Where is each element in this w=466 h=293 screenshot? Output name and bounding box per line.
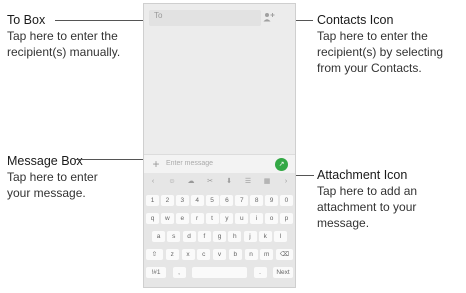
key-row1-2[interactable]: 3 xyxy=(175,195,189,206)
key-row4-8[interactable]: ⌫ xyxy=(276,249,293,260)
message-box-callout-desc-1: Tap here to enter xyxy=(7,170,98,184)
key-row1-3[interactable]: 4 xyxy=(190,195,204,206)
keyboard: ‹ ☺ ☁ ✂ ⬇ ☰ ▦ › 1234567890 qwertyuiop asdfghjkl… xyxy=(144,173,295,287)
key-row1-4[interactable]: 5 xyxy=(205,195,219,206)
key-row2-2[interactable]: e xyxy=(175,213,189,224)
key-row5-4[interactable]: Next xyxy=(273,267,293,278)
keyboard-row-asdf: asdfghjkl xyxy=(152,231,287,242)
to-box-label: To xyxy=(154,11,163,20)
key-row4-6[interactable]: n xyxy=(244,249,258,260)
contacts-icon-callout-desc-1: Tap here to enter the xyxy=(317,29,428,43)
to-box[interactable]: To xyxy=(149,10,261,26)
key-toolbar-2[interactable]: ☁ xyxy=(184,176,198,187)
key-row1-8[interactable]: 9 xyxy=(265,195,278,206)
key-row4-0[interactable]: ⇧ xyxy=(146,249,163,260)
keyboard-row-qwerty: qwertyuiop xyxy=(146,213,293,224)
key-row2-4[interactable]: t xyxy=(205,213,219,224)
key-row1-9[interactable]: 0 xyxy=(279,195,293,206)
key-row3-0[interactable]: a xyxy=(152,231,165,242)
key-row2-9[interactable]: p xyxy=(279,213,293,224)
attachment-icon-callout-desc-2: attachment to your xyxy=(317,200,417,214)
message-box[interactable]: Enter message xyxy=(166,157,266,170)
key-row4-5[interactable]: b xyxy=(228,249,242,260)
to-box-leader xyxy=(55,20,150,21)
key-row4-3[interactable]: c xyxy=(197,249,211,260)
key-toolbar-1[interactable]: ☺ xyxy=(165,176,179,187)
message-box-callout-title: Message Box xyxy=(7,154,83,168)
message-box-callout: Message Box Tap here to enter your messa… xyxy=(7,153,98,201)
key-row1-0[interactable]: 1 xyxy=(146,195,159,206)
attachment-icon-callout-title: Attachment Icon xyxy=(317,168,408,182)
key-toolbar-4[interactable]: ⬇ xyxy=(222,176,236,187)
key-row2-6[interactable]: u xyxy=(235,213,249,224)
key-row3-5[interactable]: h xyxy=(228,231,242,242)
key-row1-6[interactable]: 7 xyxy=(235,195,249,206)
key-row3-3[interactable]: f xyxy=(197,231,211,242)
message-thread-area xyxy=(144,30,295,154)
key-row3-8[interactable]: l xyxy=(274,231,287,242)
key-row5-2[interactable] xyxy=(192,267,247,278)
to-box-callout-desc-2: recipient(s) manually. xyxy=(7,45,121,59)
key-row4-7[interactable]: m xyxy=(260,249,274,260)
key-row2-3[interactable]: r xyxy=(190,213,204,224)
key-row1-5[interactable]: 6 xyxy=(220,195,234,206)
plus-icon[interactable]: + xyxy=(150,158,162,170)
message-compose-bar: + Enter message ↗ xyxy=(144,154,295,173)
key-row5-0[interactable]: !#1 xyxy=(146,267,166,278)
key-toolbar-6[interactable]: ▦ xyxy=(260,176,274,187)
keyboard-row-numbers: 1234567890 xyxy=(146,195,293,206)
key-row2-5[interactable]: y xyxy=(220,213,234,224)
send-button[interactable]: ↗ xyxy=(275,158,288,171)
key-row2-1[interactable]: w xyxy=(160,213,174,224)
attachment-icon-callout-desc-1: Tap here to add an xyxy=(317,184,418,198)
attachment-icon-callout: Attachment Icon Tap here to add an attac… xyxy=(317,167,417,231)
key-row4-2[interactable]: x xyxy=(181,249,195,260)
phone-screen: To + Enter message ↗ ‹ ☺ ☁ ✂ ⬇ ☰ ▦ › 1234567890… xyxy=(143,3,296,288)
key-row3-7[interactable]: k xyxy=(258,231,272,242)
key-row4-4[interactable]: v xyxy=(213,249,226,260)
key-row5-1[interactable]: , xyxy=(172,267,186,278)
key-toolbar-7[interactable]: › xyxy=(279,176,293,187)
key-toolbar-0[interactable]: ‹ xyxy=(146,176,160,187)
person-plus-icon[interactable] xyxy=(262,12,276,24)
contacts-icon-callout-desc-3: from your Contacts. xyxy=(317,61,422,75)
keyboard-toolbar: ‹ ☺ ☁ ✂ ⬇ ☰ ▦ › xyxy=(146,176,293,187)
contacts-icon-callout-desc-2: recipient(s) by selecting xyxy=(317,45,444,59)
key-toolbar-3[interactable]: ✂ xyxy=(203,176,217,187)
key-row1-7[interactable]: 8 xyxy=(250,195,264,206)
attachment-icon-callout-desc-3: message. xyxy=(317,216,370,230)
key-row2-7[interactable]: i xyxy=(250,213,264,224)
key-row2-0[interactable]: q xyxy=(146,213,159,224)
key-row3-6[interactable]: j xyxy=(243,231,257,242)
key-row3-1[interactable]: s xyxy=(167,231,181,242)
key-row3-2[interactable]: d xyxy=(182,231,196,242)
to-box-callout-desc-1: Tap here to enter the xyxy=(7,29,118,43)
key-row1-1[interactable]: 2 xyxy=(160,195,174,206)
key-row3-4[interactable]: g xyxy=(213,231,226,242)
key-row4-1[interactable]: z xyxy=(165,249,179,260)
keyboard-row-zxcv: ⇧ z x c v b n m ⌫ xyxy=(146,249,293,260)
key-row5-3[interactable]: . xyxy=(253,267,267,278)
key-row2-8[interactable]: o xyxy=(265,213,278,224)
keyboard-row-bottom: !#1,. Next xyxy=(146,267,293,278)
key-toolbar-5[interactable]: ☰ xyxy=(241,176,255,187)
contacts-icon-callout-title: Contacts Icon xyxy=(317,13,394,27)
contacts-icon-callout: Contacts Icon Tap here to enter the reci… xyxy=(317,12,443,76)
message-box-callout-desc-2: your message. xyxy=(7,186,86,200)
